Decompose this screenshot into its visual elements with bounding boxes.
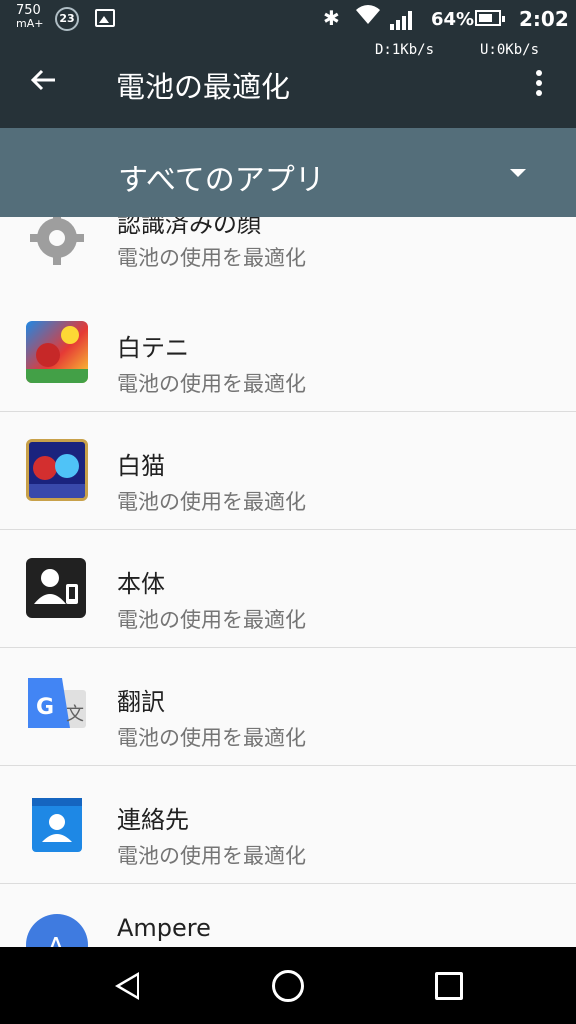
app-status: 電池の使用を最適化 [117, 490, 306, 514]
app-name: 翻訳 [117, 688, 165, 716]
bluetooth-icon: ✱ [323, 6, 340, 30]
dropdown-arrow-icon[interactable] [510, 169, 526, 177]
app-status: 電池の使用を最適化 [117, 608, 306, 632]
device-contact-icon [26, 558, 86, 618]
clock: 2:02 [519, 7, 569, 31]
list-item[interactable]: G文 翻訳 電池の使用を最適化 [0, 648, 576, 766]
back-arrow-icon[interactable] [28, 65, 58, 100]
notification-badge: 23 [55, 7, 79, 31]
list-item[interactable]: 白テニ 電池の使用を最適化 [0, 294, 576, 412]
list-item[interactable]: 認識済みの顔 電池の使用を最適化 [0, 217, 576, 303]
app-status: 電池の使用を最適化 [117, 372, 306, 396]
more-vert-icon[interactable] [536, 70, 544, 98]
tennis-game-icon [26, 321, 88, 383]
current-readout: 750 mA+ [16, 4, 43, 30]
app-status: 電池の使用を最適化 [117, 844, 306, 868]
app-name: 白猫 [117, 452, 165, 480]
battery-charging-icon [475, 10, 505, 26]
translate-icon: G文 [26, 676, 88, 738]
nav-back-icon[interactable] [115, 972, 139, 1000]
current-unit: mA+ [16, 17, 44, 30]
svg-text:G: G [36, 695, 54, 720]
app-name: 本体 [117, 570, 165, 598]
app-status: 電池の使用を最適化 [117, 246, 306, 270]
contacts-icon [26, 794, 88, 856]
app-name: Ampere [117, 914, 211, 942]
nav-home-icon[interactable] [272, 970, 304, 1002]
app-name: 白テニ [117, 334, 189, 362]
app-list: 認識済みの顔 電池の使用を最適化 白テニ 電池の使用を最適化 白猫 電池の使用を… [0, 217, 576, 947]
wifi-icon [355, 4, 381, 31]
download-speed: D:1Kb/s [375, 42, 435, 58]
svg-text:文: 文 [66, 704, 84, 725]
status-bar: 750 mA+ 23 ✱ 64% 2:02 [0, 0, 576, 38]
list-item[interactable]: 連絡先 電池の使用を最適化 [0, 766, 576, 884]
app-name: 連絡先 [117, 806, 189, 834]
ampere-icon: A [26, 914, 88, 947]
list-item[interactable]: A Ampere [0, 884, 576, 947]
svg-text:A: A [47, 933, 65, 947]
battery-percent: 64% [431, 9, 475, 30]
list-item[interactable]: 本体 電池の使用を最適化 [0, 530, 576, 648]
app-name: 認識済みの顔 [117, 217, 261, 238]
page-title: 電池の最適化 [116, 70, 291, 104]
current-value: 750 [16, 3, 41, 18]
list-item[interactable]: 白猫 電池の使用を最適化 [0, 412, 576, 530]
signal-icon [390, 10, 416, 30]
image-notification-icon [95, 9, 115, 27]
upload-speed: U:0Kb/s [480, 42, 540, 58]
app-status: 電池の使用を最適化 [117, 726, 306, 750]
gear-icon [26, 217, 88, 269]
filter-selected-label[interactable]: すべてのアプリ [118, 155, 325, 199]
nav-recents-icon[interactable] [435, 972, 463, 1000]
cat-game-icon [26, 439, 88, 501]
